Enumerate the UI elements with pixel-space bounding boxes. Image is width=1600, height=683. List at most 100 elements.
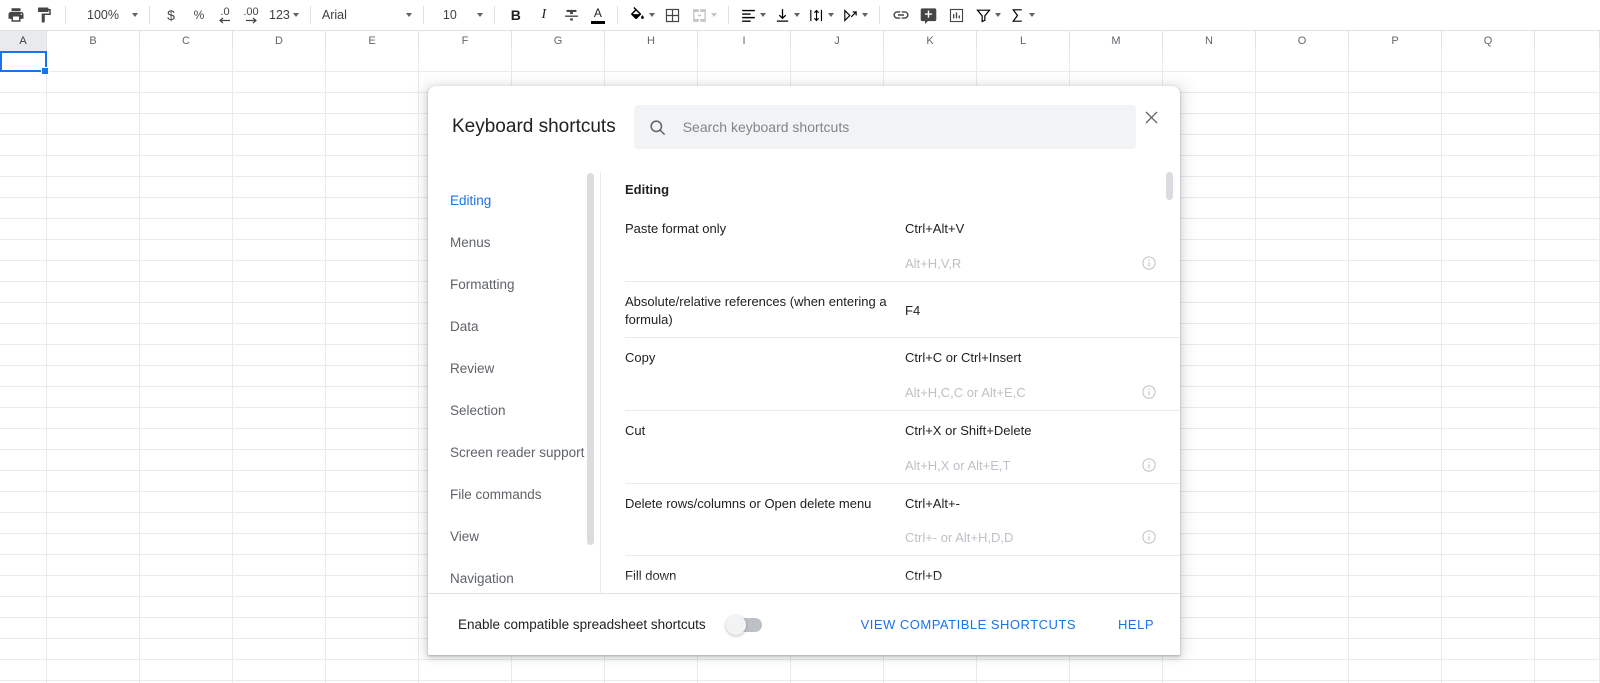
grid-cell[interactable] (233, 534, 326, 555)
grid-cell[interactable] (1535, 387, 1600, 408)
grid-cell[interactable] (1442, 114, 1535, 135)
grid-cell[interactable] (233, 303, 326, 324)
grid-cell[interactable] (1442, 240, 1535, 261)
grid-cell[interactable] (1535, 492, 1600, 513)
grid-cell[interactable] (326, 93, 419, 114)
grid-cell[interactable] (47, 513, 140, 534)
grid-cell[interactable] (326, 408, 419, 429)
column-header-g[interactable]: G (512, 31, 605, 51)
grid-cell[interactable] (233, 282, 326, 303)
currency-format-icon[interactable]: $ (158, 2, 184, 28)
grid-cell[interactable] (233, 471, 326, 492)
grid-cell[interactable] (1349, 114, 1442, 135)
grid-cell[interactable] (1256, 471, 1349, 492)
grid-cell[interactable] (1256, 597, 1349, 618)
search-input[interactable] (680, 107, 1122, 147)
grid-cell[interactable] (1442, 597, 1535, 618)
sidebar-item-menus[interactable]: Menus (450, 222, 600, 264)
grid-cell[interactable] (326, 324, 419, 345)
grid-cell[interactable] (0, 618, 47, 639)
grid-cell[interactable] (1349, 534, 1442, 555)
column-header-q[interactable]: Q (1442, 31, 1535, 51)
grid-cell[interactable] (0, 261, 47, 282)
grid-cell[interactable] (1349, 597, 1442, 618)
grid-cell[interactable] (233, 576, 326, 597)
grid-cell[interactable] (1535, 324, 1600, 345)
grid-cell[interactable] (140, 639, 233, 660)
grid-cell[interactable] (1442, 555, 1535, 576)
sidebar-item-file-commands[interactable]: File commands (450, 474, 600, 516)
grid-cell[interactable] (233, 240, 326, 261)
grid-cell[interactable] (47, 555, 140, 576)
grid-cell[interactable] (233, 345, 326, 366)
grid-cell[interactable] (1442, 513, 1535, 534)
grid-cell[interactable] (0, 639, 47, 660)
grid-cell[interactable] (1349, 156, 1442, 177)
grid-cell[interactable] (512, 660, 605, 681)
sidebar-item-editing[interactable]: Editing (450, 180, 600, 222)
sidebar-item-review[interactable]: Review (450, 348, 600, 390)
grid-cell[interactable] (884, 660, 977, 681)
grid-cell[interactable] (1256, 555, 1349, 576)
grid-cell[interactable] (1349, 51, 1442, 72)
grid-cell[interactable] (1442, 408, 1535, 429)
grid-cell[interactable] (233, 366, 326, 387)
sidebar-item-view[interactable]: View (450, 516, 600, 558)
grid-cell[interactable] (1442, 219, 1535, 240)
column-header-o[interactable]: O (1256, 31, 1349, 51)
filter-icon[interactable] (971, 2, 1005, 28)
grid-cell[interactable] (1442, 492, 1535, 513)
grid-cell[interactable] (1163, 51, 1256, 72)
grid-cell[interactable] (0, 93, 47, 114)
grid-cell[interactable] (47, 366, 140, 387)
grid-cell[interactable] (1256, 513, 1349, 534)
grid-cell[interactable] (0, 324, 47, 345)
grid-cell[interactable] (140, 660, 233, 681)
column-header-h[interactable]: H (605, 31, 698, 51)
grid-cell[interactable] (1256, 240, 1349, 261)
grid-cell[interactable] (140, 303, 233, 324)
search-box[interactable] (633, 105, 1136, 149)
grid-cell[interactable] (47, 408, 140, 429)
text-rotation-icon[interactable] (838, 2, 872, 28)
merge-cells-icon[interactable] (687, 2, 721, 28)
grid-cell[interactable] (140, 93, 233, 114)
grid-cell[interactable] (326, 639, 419, 660)
grid-cell[interactable] (1349, 492, 1442, 513)
grid-cell[interactable] (1070, 660, 1163, 681)
grid-cell[interactable] (419, 660, 512, 681)
grid-cell[interactable] (1349, 387, 1442, 408)
grid-cell[interactable] (1535, 513, 1600, 534)
grid-cell[interactable] (140, 198, 233, 219)
grid-cell[interactable] (326, 618, 419, 639)
grid-cell[interactable] (1349, 240, 1442, 261)
info-icon[interactable] (1141, 255, 1157, 271)
grid-cell[interactable] (47, 324, 140, 345)
grid-cell[interactable] (1442, 198, 1535, 219)
grid-cell[interactable] (47, 597, 140, 618)
grid-cell[interactable] (326, 114, 419, 135)
grid-cell[interactable] (1349, 471, 1442, 492)
grid-cell[interactable] (1442, 303, 1535, 324)
grid-cell[interactable] (233, 72, 326, 93)
zoom-control[interactable]: 100% (73, 2, 142, 28)
grid-cell[interactable] (698, 660, 791, 681)
grid-cell[interactable] (1442, 660, 1535, 681)
column-header-e[interactable]: E (326, 31, 419, 51)
grid-cell[interactable] (233, 597, 326, 618)
grid-cell[interactable] (47, 492, 140, 513)
grid-cell[interactable] (1535, 219, 1600, 240)
grid-cell[interactable] (140, 177, 233, 198)
grid-cell[interactable] (1442, 156, 1535, 177)
grid-cell[interactable] (1070, 51, 1163, 72)
grid-cell[interactable] (1442, 177, 1535, 198)
grid-cell[interactable] (1535, 177, 1600, 198)
grid-cell[interactable] (1442, 387, 1535, 408)
grid-cell[interactable] (1535, 555, 1600, 576)
grid-cell[interactable] (326, 492, 419, 513)
grid-cell[interactable] (0, 576, 47, 597)
grid-cell[interactable] (0, 513, 47, 534)
grid-cell[interactable] (326, 261, 419, 282)
grid-cell[interactable] (1256, 387, 1349, 408)
grid-cell[interactable] (1256, 534, 1349, 555)
